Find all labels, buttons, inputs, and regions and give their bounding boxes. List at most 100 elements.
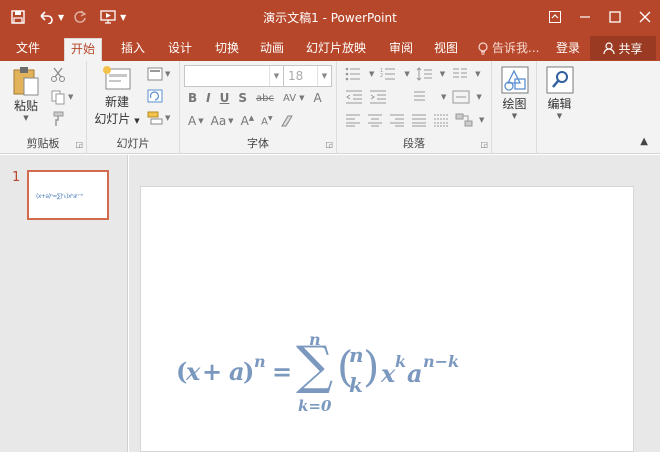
tab-file[interactable]: 文件 (10, 38, 46, 61)
font-color-dropdown-icon[interactable]: ▼ (198, 117, 203, 125)
text-direction-dropdown-icon[interactable]: ▼ (441, 93, 446, 101)
smartart-icon[interactable] (455, 113, 473, 127)
editing-button[interactable]: 编辑 ▼ (539, 65, 580, 127)
collapse-ribbon-icon[interactable]: ▲ (640, 136, 648, 147)
copy-icon[interactable]: ▼ (50, 89, 73, 105)
line-spacing-icon[interactable] (416, 67, 434, 81)
save-icon[interactable] (6, 5, 30, 29)
eq-binom-top: n (349, 343, 364, 367)
tab-insert[interactable]: 插入 (115, 38, 151, 61)
text-direction-icon[interactable] (413, 90, 435, 104)
clipboard-launcher-icon[interactable]: ◲ (75, 140, 83, 149)
paste-icon (13, 67, 39, 96)
tab-view[interactable]: 视图 (428, 38, 464, 61)
numbering-icon[interactable]: 12 (380, 67, 398, 81)
font-format-row-2: A ▼ Aa ▼ A▲ A▼ (188, 114, 296, 128)
italic-icon[interactable]: I (206, 91, 210, 105)
shrink-font-icon[interactable]: A▼ (261, 115, 272, 127)
tell-me-box[interactable]: 告诉我... (478, 38, 539, 59)
eq-binom-rparen: ) (363, 342, 380, 391)
bullets-dropdown-icon[interactable]: ▼ (369, 70, 374, 78)
smartart-dropdown-icon[interactable]: ▼ (479, 116, 484, 124)
decrease-indent-icon[interactable] (345, 90, 363, 104)
align-right-icon[interactable] (389, 113, 405, 127)
justify-icon[interactable] (411, 113, 427, 127)
char-spacing-icon[interactable]: AV (283, 93, 296, 104)
bold-icon[interactable]: B (188, 91, 197, 105)
tab-home[interactable]: 开始 (64, 38, 103, 61)
close-icon[interactable] (630, 0, 660, 34)
numbering-dropdown-icon[interactable]: ▼ (404, 70, 409, 78)
eq-term-a: a (407, 359, 423, 388)
sign-in-link[interactable]: 登录 (556, 38, 580, 59)
align-left-icon[interactable] (345, 113, 361, 127)
section-icon[interactable]: ▼ (147, 111, 170, 125)
font-size-dropdown-icon[interactable]: ▼ (317, 66, 331, 86)
font-size-input[interactable]: 18 ▼ (283, 65, 332, 87)
font-launcher-icon[interactable]: ◲ (325, 140, 333, 149)
change-case-dropdown-icon[interactable]: ▼ (228, 117, 233, 125)
new-slide-icon (103, 66, 131, 90)
tab-animations[interactable]: 动画 (254, 38, 290, 61)
minimize-icon[interactable] (570, 0, 600, 34)
paragraph-row-2: ▼ ▼ (345, 90, 482, 104)
increase-indent-icon[interactable] (369, 90, 387, 104)
clear-all-formatting-icon[interactable] (280, 114, 296, 128)
paste-button[interactable]: 粘贴 ▼ (6, 65, 46, 122)
slide-thumbnail[interactable]: (x+a)ⁿ=∑(ⁿₖ)xᵏaⁿ⁻ᵏ (27, 170, 109, 220)
underline-icon[interactable]: U (220, 91, 230, 105)
slides-group-label: 幻灯片 (116, 137, 150, 150)
align-text-icon[interactable] (452, 90, 470, 104)
customize-qat-icon[interactable]: ▼ (120, 13, 126, 22)
cut-icon[interactable] (50, 67, 66, 83)
person-icon (603, 42, 616, 54)
align-text-dropdown-icon[interactable]: ▼ (476, 93, 481, 101)
clipboard-group-label: 剪贴板 (26, 137, 60, 150)
font-name-input[interactable]: ▼ (184, 65, 284, 87)
paragraph-launcher-icon[interactable]: ◲ (480, 140, 488, 149)
tab-review[interactable]: 审阅 (383, 38, 419, 61)
lightbulb-icon (478, 41, 488, 55)
maximize-icon[interactable] (600, 0, 630, 34)
drawing-label: 绘图 (502, 97, 527, 111)
undo-icon[interactable] (34, 5, 58, 29)
title-bar: ▼ ▼ 演示文稿1 - PowerPoint (0, 0, 660, 34)
paragraph-row-1: ▼ 12 ▼ ▼ ▼ (345, 67, 481, 81)
share-button[interactable]: 共享 (590, 36, 656, 60)
text-shadow-icon[interactable]: S (238, 91, 247, 105)
quick-access-toolbar: ▼ ▼ (6, 5, 126, 29)
eq-sum-symbol: ∑ (296, 336, 334, 396)
drawing-button[interactable]: 绘图 ▼ (494, 65, 535, 127)
tab-slide-show[interactable]: 幻灯片放映 (300, 38, 372, 61)
new-slide-button[interactable]: 新建 幻灯片 ▼ (91, 65, 143, 135)
char-spacing-dropdown-icon[interactable]: ▼ (299, 94, 304, 102)
font-name-dropdown-icon[interactable]: ▼ (269, 66, 283, 86)
clear-formatting-icon[interactable]: A (313, 91, 321, 105)
bullets-icon[interactable] (345, 67, 363, 81)
slide-canvas[interactable] (140, 186, 634, 452)
distribute-icon[interactable] (433, 113, 449, 127)
new-slide-label-1: 新建 (104, 95, 129, 109)
share-label: 共享 (618, 41, 643, 56)
present-from-start-icon[interactable] (96, 5, 120, 29)
reset-slide-icon[interactable] (147, 89, 163, 103)
columns-dropdown-icon[interactable]: ▼ (475, 70, 480, 78)
line-spacing-dropdown-icon[interactable]: ▼ (440, 70, 445, 78)
grow-font-icon[interactable]: A▲ (241, 114, 255, 128)
paragraph-group-label: 段落 (403, 137, 425, 150)
editing-label: 编辑 (547, 97, 572, 111)
tab-design[interactable]: 设计 (162, 38, 198, 61)
change-case-icon[interactable]: Aa (211, 114, 227, 128)
clipboard-group: 粘贴 ▼ ▼ 剪贴板 ◲ (0, 61, 87, 154)
redo-icon[interactable] (68, 5, 92, 29)
font-color-icon[interactable]: A (188, 114, 196, 128)
layout-icon[interactable]: ▼ (147, 67, 170, 81)
align-center-icon[interactable] (367, 113, 383, 127)
columns-icon[interactable] (451, 67, 469, 81)
ribbon-tabs: 文件 开始 插入 设计 切换 动画 幻灯片放映 审阅 视图 告诉我... 登录 … (0, 34, 660, 61)
strikethrough-icon[interactable]: abc (256, 93, 274, 104)
ribbon-display-options-icon[interactable] (540, 0, 570, 34)
tab-transitions[interactable]: 切换 (209, 38, 245, 61)
format-painter-icon[interactable] (50, 111, 66, 127)
undo-dropdown-icon[interactable]: ▼ (58, 13, 64, 22)
